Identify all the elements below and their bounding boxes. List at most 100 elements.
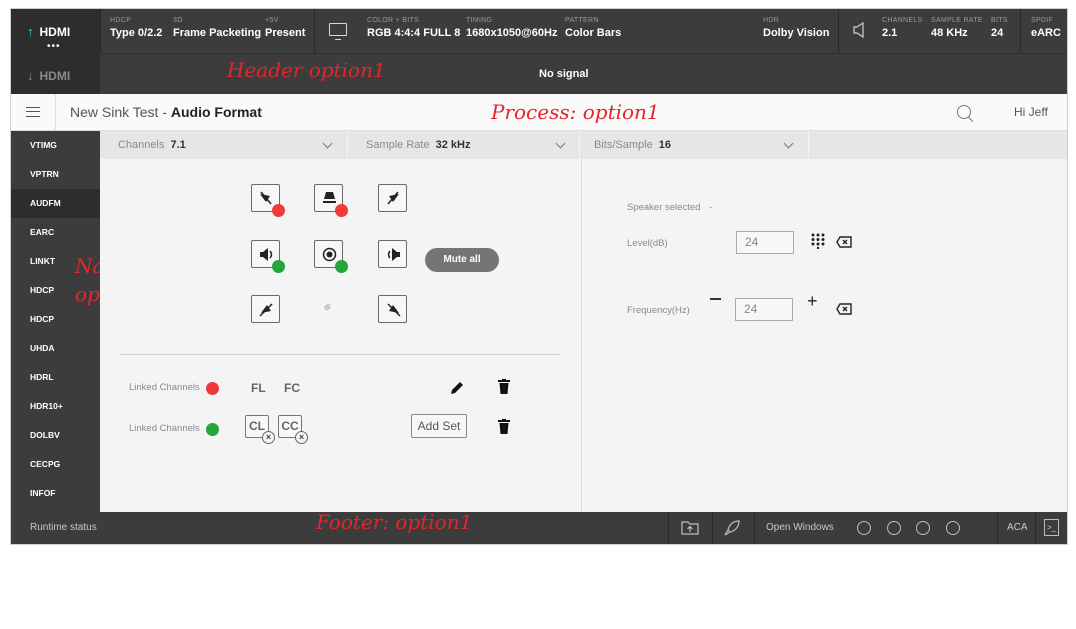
nav-item-earc[interactable]: EARC [11,218,100,247]
input-port-tab[interactable]: ↑ HDMI ••• [11,9,100,53]
speaker-front-left-button[interactable] [251,184,285,217]
monitor-icon [329,23,347,40]
speaker-left-icon [260,191,272,205]
spdif-group: SPDIF eARC [1031,17,1061,39]
timing-group: TIMING 1680x1050@60Hz [466,17,558,39]
delete-trash-icon[interactable] [498,419,510,434]
nav-item-hdcp-2[interactable]: HDCP [11,305,100,334]
status-dot-green [206,423,219,436]
nav-item-cecpg[interactable]: CECPG [11,450,100,479]
speaker-front-center-button[interactable] [314,184,348,217]
divider [668,512,669,544]
divider [1020,9,1021,53]
input-port-label: ↑ HDMI [27,24,71,39]
speaker-rear-left-button[interactable] [251,295,280,323]
5v-group: +5V Present [265,17,306,39]
nav-item-uhda[interactable]: UHDA [11,334,100,363]
status-dot-red [272,204,285,217]
more-dots-icon[interactable]: ••• [47,42,61,52]
level-label: Level(dB) [627,238,668,249]
nav-item-hdr10plus[interactable]: HDR10+ [11,392,100,421]
linked-channel-cl-chip[interactable]: CL × [245,415,275,444]
delete-trash-icon[interactable] [498,379,510,394]
linked-channel-fl: FL [251,381,266,395]
listener-position-button[interactable] [314,240,348,273]
sample-rate-dropdown[interactable]: Sample Rate 32 kHz [348,131,580,159]
speaker-rear-right-button[interactable] [378,295,407,323]
nav-item-vptrn[interactable]: VPTRN [11,160,100,189]
process-bar: New Sink Test - Audio Format Process: op… [11,94,1067,131]
linked-channel-cc-chip[interactable]: CC × [278,415,308,444]
footer-bar: Runtime status Footer: option1 Open Wind… [11,510,1067,544]
bits-sample-dropdown[interactable]: Bits/Sample 16 [580,131,809,159]
minus-icon[interactable] [710,298,721,300]
speaker-center-icon [323,192,336,203]
remove-x-icon[interactable]: × [262,431,275,444]
add-set-button[interactable]: Add Set [411,414,467,438]
hdr-group: HDR Dolby Vision [763,17,830,39]
mute-all-button[interactable]: Mute all [425,248,499,272]
window-slot-4[interactable] [946,521,960,535]
runtime-status: Runtime status [30,522,97,533]
arrow-down-icon: ↓ [27,68,34,83]
speaker-settings-panel: Speaker selected - Level(dB) 24 Frequency… [581,159,1067,512]
divider [100,9,101,53]
keypad-icon[interactable] [811,233,825,249]
backspace-icon[interactable] [836,303,852,315]
remove-x-icon[interactable]: × [295,431,308,444]
bits-group: BITS 24 [991,17,1008,39]
footer-annotation: Footer: option1 [316,510,473,534]
backspace-icon[interactable] [836,236,852,248]
nav-item-hdrl[interactable]: HDRL [11,363,100,392]
pattern-group: PATTERN Color Bars [565,17,622,39]
divider [120,354,560,355]
divider [838,9,839,53]
speaker-selected-label: Speaker selected - [627,202,713,213]
hamburger-menu-icon[interactable] [26,107,40,117]
nav-item-audfm[interactable]: AUDFM [11,189,100,218]
speaker-layout-panel: Mute all ⚭ Linked Channels FL FC Linked … [100,159,580,512]
frequency-input[interactable]: 24 [735,298,793,321]
window-slot-2[interactable] [887,521,901,535]
link-icon[interactable]: ⚭ [318,297,338,317]
nav-item-vtimg[interactable]: VTIMG [11,131,100,160]
window-slot-1[interactable] [857,521,871,535]
nav-item-dolbv[interactable]: DOLBV [11,421,100,450]
channels-dropdown[interactable]: Channels 7.1 [100,131,348,159]
window-slot-3[interactable] [916,521,930,535]
chevron-down-icon [322,138,333,149]
edit-pencil-icon[interactable] [449,380,465,396]
format-dropdown-bar: Channels 7.1 Sample Rate 32 kHz Bits/Sampl… [100,131,1067,159]
nav-item-infof[interactable]: INFOF [11,479,100,508]
3d-group: 3D Frame Packeting [173,17,262,39]
plus-icon[interactable]: + [807,292,818,310]
status-dot-red [335,204,348,217]
hdcp-group: HDCP Type 0/2.2 [110,17,163,39]
status-dot-green [272,260,285,273]
rocket-icon[interactable] [724,520,740,536]
divider [314,9,315,53]
speaker-side-right-button[interactable] [378,240,407,268]
chevron-down-icon [555,138,566,149]
speaker-right-icon [387,191,399,205]
speaker-front-right-button[interactable] [378,184,407,212]
output-port-label: ↓ HDMI [27,68,71,83]
search-icon[interactable] [957,105,971,119]
user-greeting[interactable]: Hi Jeff [1014,105,1048,119]
status-dot-green [335,260,348,273]
arrow-up-icon: ↑ [27,24,34,39]
signal-header: ↓ HDMI Header option1 No signal [11,53,1067,95]
level-input[interactable]: 24 [736,231,794,254]
linked-channel-fc: FC [284,381,300,395]
process-annotation: Process: option1 [491,100,660,124]
terminal-icon[interactable]: >_ [1044,519,1059,536]
divider [1035,512,1036,544]
channels-group: CHANNELS 2.1 [882,17,923,39]
speaker-side-left-button[interactable] [251,240,285,273]
app-window: ↑ HDMI ••• HDCP Type 0/2.2 3D Frame Packe… [11,9,1067,544]
main-content: Channels 7.1 Sample Rate 32 kHz Bits/Sampl… [100,131,1067,512]
output-port-tab[interactable]: ↓ HDMI [11,54,100,95]
aca-button[interactable]: ACA [1007,522,1028,533]
folder-upload-icon[interactable] [681,520,699,535]
divider [997,512,998,544]
